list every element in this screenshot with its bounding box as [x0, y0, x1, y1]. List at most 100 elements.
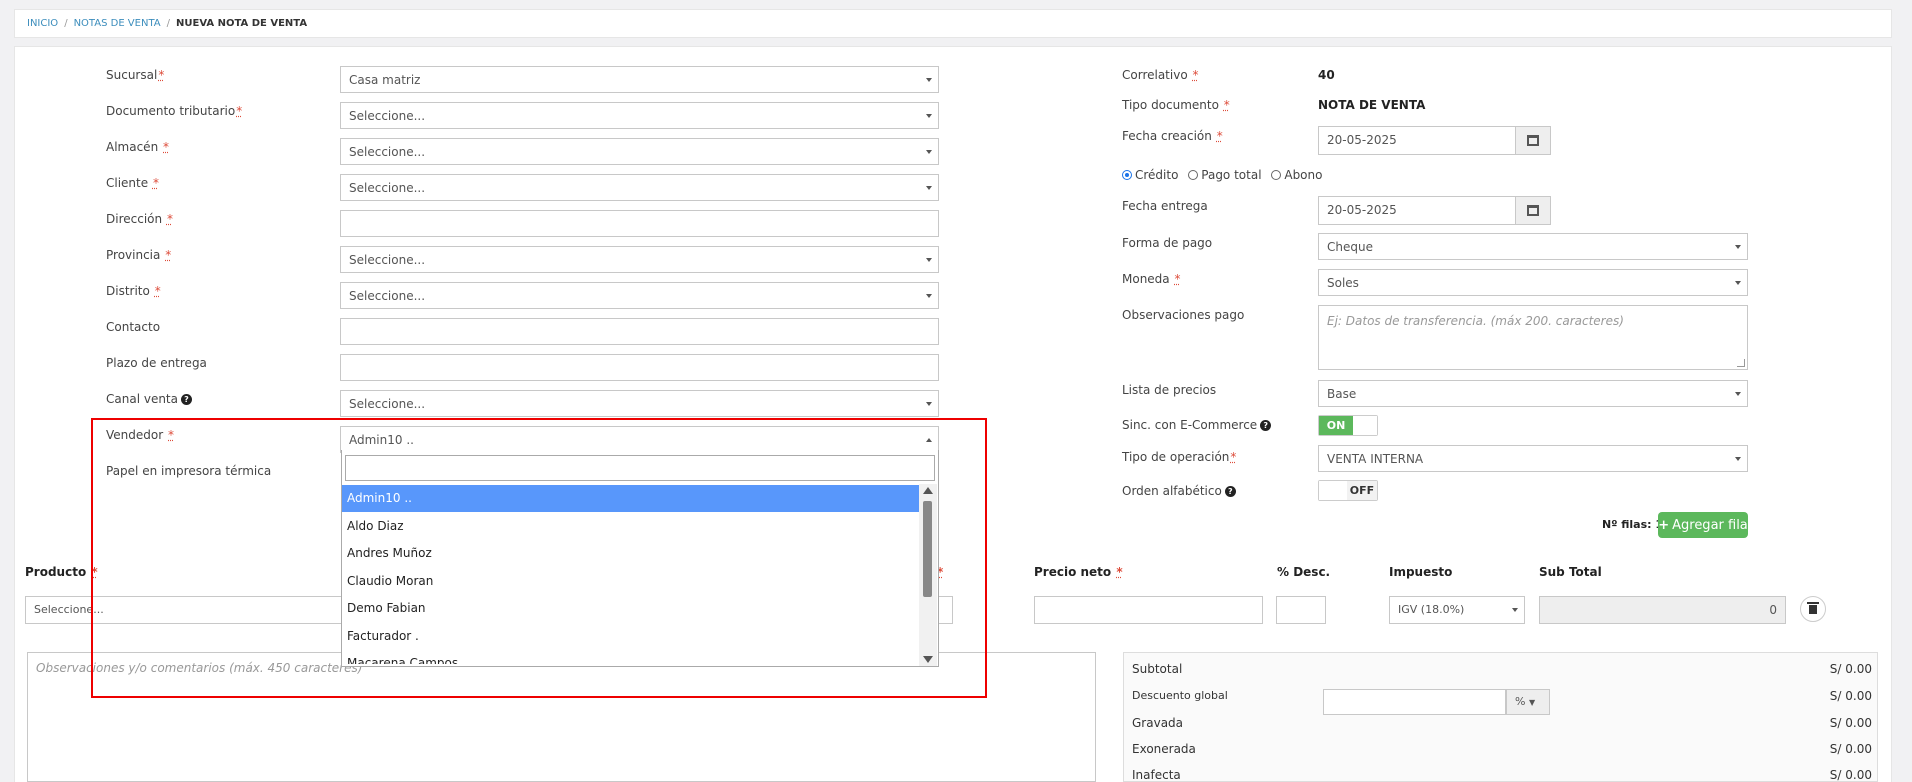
row-count: Nº filas: 1 [1602, 518, 1664, 531]
sucursal-label: Sucursal* [106, 68, 165, 82]
inafecta-row: Inafecta S/ 0.00 [1132, 761, 1872, 782]
almacen-select[interactable]: Seleccione... [340, 138, 939, 165]
exonerada-row: Exonerada S/ 0.00 [1132, 735, 1872, 762]
chevron-down-icon [926, 294, 932, 298]
help-icon[interactable]: ? [1224, 486, 1236, 497]
inafecta-label: Inafecta [1132, 767, 1181, 782]
annotation-highlight-box [91, 418, 987, 698]
tipo-doc-value: NOTA DE VENTA [1318, 98, 1426, 112]
fecha-entrega-calendar-button[interactable] [1515, 196, 1551, 225]
contacto-label: Contacto [106, 320, 161, 334]
cliente-select[interactable]: Seleccione... [340, 174, 939, 201]
canal-select[interactable]: Seleccione... [340, 390, 939, 417]
radio-credito[interactable] [1122, 170, 1132, 180]
breadcrumb-current: NUEVA NOTA DE VENTA [176, 18, 308, 29]
chevron-down-icon [926, 258, 932, 262]
fecha-creacion-input[interactable]: 20-05-2025 [1318, 126, 1516, 155]
obs-pago-textarea[interactable]: Ej: Datos de transferencia. (máx 200. ca… [1318, 305, 1748, 370]
subtotal-row: Subtotal S/ 0.00 [1132, 655, 1872, 682]
breadcrumb: INICIO / NOTAS DE VENTA / NUEVA NOTA DE VENT… [14, 9, 1892, 38]
correlativo-label: Correlativo * [1122, 68, 1199, 82]
tipo-operacion-label: Tipo de operación* [1122, 450, 1237, 464]
resize-handle-icon[interactable] [1737, 359, 1745, 367]
chevron-down-icon [1735, 281, 1741, 285]
documento-label: Documento tributario* [106, 104, 243, 118]
header-impuesto: Impuesto [1389, 565, 1453, 579]
sinc-toggle[interactable]: ON [1318, 415, 1378, 436]
gravada-label: Gravada [1132, 715, 1184, 730]
desc-input[interactable] [1276, 596, 1326, 624]
moneda-label: Moneda * [1122, 272, 1181, 286]
totals-panel: Subtotal S/ 0.00 Descuento global S/ 0.00… [1123, 652, 1878, 782]
chevron-down-icon [926, 402, 932, 406]
chevron-down-icon [1735, 457, 1741, 461]
canal-label: Canal venta? [106, 392, 192, 406]
breadcrumb-home-link[interactable]: INICIO [27, 18, 58, 29]
chevron-down-icon [926, 114, 932, 118]
breadcrumb-section-link[interactable]: NOTAS DE VENTA [74, 18, 161, 29]
radio-abono[interactable] [1271, 170, 1282, 180]
chevron-down-icon [1512, 608, 1518, 612]
help-icon[interactable]: ? [181, 394, 192, 405]
header-desc: % Desc. [1277, 565, 1331, 579]
lista-precios-select[interactable]: Base [1318, 380, 1748, 407]
fecha-creacion-label: Fecha creación * [1122, 129, 1223, 143]
sucursal-select[interactable]: Casa matriz [340, 66, 939, 93]
plazo-label: Plazo de entrega [106, 356, 207, 370]
subtotal-value: S/ 0.00 [1829, 661, 1872, 676]
chevron-down-icon [926, 150, 932, 154]
tipo-doc-label: Tipo documento * [1122, 98, 1230, 112]
header-precio-neto: Precio neto * [1034, 565, 1123, 579]
orden-toggle[interactable]: OFF [1318, 480, 1378, 501]
precio-neto-input[interactable] [1034, 596, 1263, 624]
almacen-label: Almacén * [106, 140, 169, 154]
exonerada-label: Exonerada [1132, 741, 1196, 756]
calendar-icon [1527, 205, 1539, 216]
plazo-input[interactable] [340, 354, 939, 381]
radio-pago-total[interactable] [1188, 170, 1199, 180]
plus-icon: + [1658, 517, 1670, 533]
fecha-entrega-input[interactable]: 20-05-2025 [1318, 196, 1516, 225]
distrito-select[interactable]: Seleccione... [340, 282, 939, 309]
chevron-down-icon [1735, 245, 1741, 249]
descuento-input[interactable] [1323, 689, 1506, 715]
direccion-input[interactable] [340, 210, 939, 237]
descuento-unit-dropdown[interactable]: % ▼ [1506, 689, 1550, 715]
chevron-down-icon [1735, 392, 1741, 396]
gravada-value: S/ 0.00 [1829, 715, 1872, 730]
forma-pago-label: Forma de pago [1122, 236, 1213, 250]
forma-pago-select[interactable]: Cheque [1318, 233, 1748, 260]
chevron-down-icon [926, 186, 932, 190]
distrito-label: Distrito * [106, 284, 161, 298]
descuento-value: S/ 0.00 [1829, 688, 1872, 703]
obs-pago-label: Observaciones pago [1122, 308, 1245, 322]
orden-label: Orden alfabético? [1122, 484, 1236, 498]
provincia-select[interactable]: Seleccione... [340, 246, 939, 273]
exonerada-value: S/ 0.00 [1829, 741, 1872, 756]
trash-icon [1807, 601, 1819, 614]
sinc-label: Sinc. con E-Commerce? [1122, 418, 1272, 432]
lista-precios-label: Lista de precios [1122, 383, 1217, 397]
tipo-operacion-select[interactable]: VENTA INTERNA [1318, 445, 1748, 472]
moneda-select[interactable]: Soles [1318, 269, 1748, 296]
chevron-down-icon [926, 78, 932, 82]
pago-radio-group: Crédito Pago total Abono [1122, 168, 1322, 182]
fecha-entrega-label: Fecha entrega [1122, 199, 1208, 213]
documento-select[interactable]: Seleccione... [340, 102, 939, 129]
add-row-button[interactable]: + Agregar fila [1658, 512, 1748, 538]
subtotal-field: 0 [1539, 596, 1786, 624]
provincia-label: Provincia * [106, 248, 172, 262]
delete-row-button[interactable] [1800, 596, 1826, 622]
fecha-creacion-calendar-button[interactable] [1515, 126, 1551, 155]
help-icon[interactable]: ? [1260, 420, 1272, 431]
calendar-icon [1527, 135, 1539, 146]
direccion-label: Dirección * [106, 212, 173, 226]
header-producto: Producto * [25, 565, 98, 579]
subtotal-label: Subtotal [1132, 661, 1183, 676]
contacto-input[interactable] [340, 318, 939, 345]
correlativo-value: 40 [1318, 68, 1335, 82]
cliente-label: Cliente * [106, 176, 159, 190]
descuento-label: Descuento global [1132, 689, 1228, 702]
impuesto-select[interactable]: IGV (18.0%) [1389, 596, 1525, 624]
inafecta-value: S/ 0.00 [1829, 767, 1872, 782]
